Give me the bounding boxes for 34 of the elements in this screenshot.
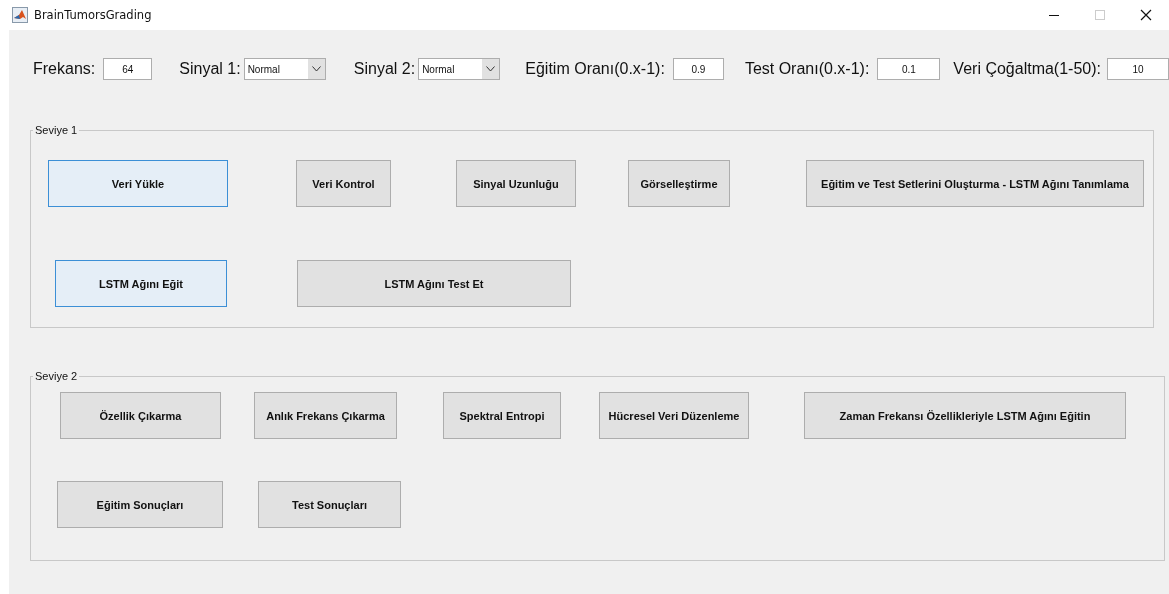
close-icon [1140,9,1152,21]
window-title: BrainTumorsGrading [34,8,153,22]
input-field[interactable]: 0.1 [877,58,941,80]
dropdown[interactable]: Normal [418,58,501,80]
field-label: Sinyal 2: [353,60,416,78]
action-button[interactable]: Eğitim Sonuçları [57,481,223,528]
action-button[interactable]: Özellik Çıkarma [60,392,221,439]
action-button[interactable]: Test Sonuçları [258,481,401,528]
action-button[interactable]: Veri Yükle [48,160,228,207]
caret-icon [311,66,321,72]
input-field[interactable]: 10 [1107,58,1169,80]
field-label: Veri Çoğaltma(1-50): [953,60,1101,78]
action-button[interactable]: Eğitim ve Test Setlerini Oluşturma - LSTM Ağını Tanımlama [806,160,1144,207]
action-button[interactable]: Spektral Entropi [443,392,561,439]
action-button[interactable]: LSTM Ağını Eğit [55,260,227,307]
panel-title: Seviye 2 [34,370,79,382]
input-field[interactable]: 0.9 [672,58,724,80]
input-field[interactable]: 64 [103,58,153,80]
panel-title: Seviye 1 [34,124,79,136]
action-button[interactable]: Görselleştirme [628,160,730,207]
app-logo-icon [12,7,28,23]
maximize-icon [1094,9,1106,21]
action-button[interactable]: Zaman Frekansı Özellikleriyle LSTM Ağını Eğitin [804,392,1126,439]
dropdown[interactable]: Normal [243,58,326,80]
caret-icon [486,66,496,72]
action-button[interactable]: Veri Kontrol [296,160,391,207]
action-button[interactable]: Hücresel Veri Düzenleme [599,392,749,439]
field-label: Test Oranı(0.x-1): [744,60,870,78]
field-label: Eğitim Oranı(0.x-1): [525,60,665,78]
action-button[interactable]: Sinyal Uzunluğu [456,160,576,207]
field-label: Frekans: [33,60,96,78]
action-button[interactable]: LSTM Ağını Test Et [297,260,571,307]
action-button[interactable]: Anlık Frekans Çıkarma [254,392,397,439]
field-label: Sinyal 1: [179,60,241,78]
